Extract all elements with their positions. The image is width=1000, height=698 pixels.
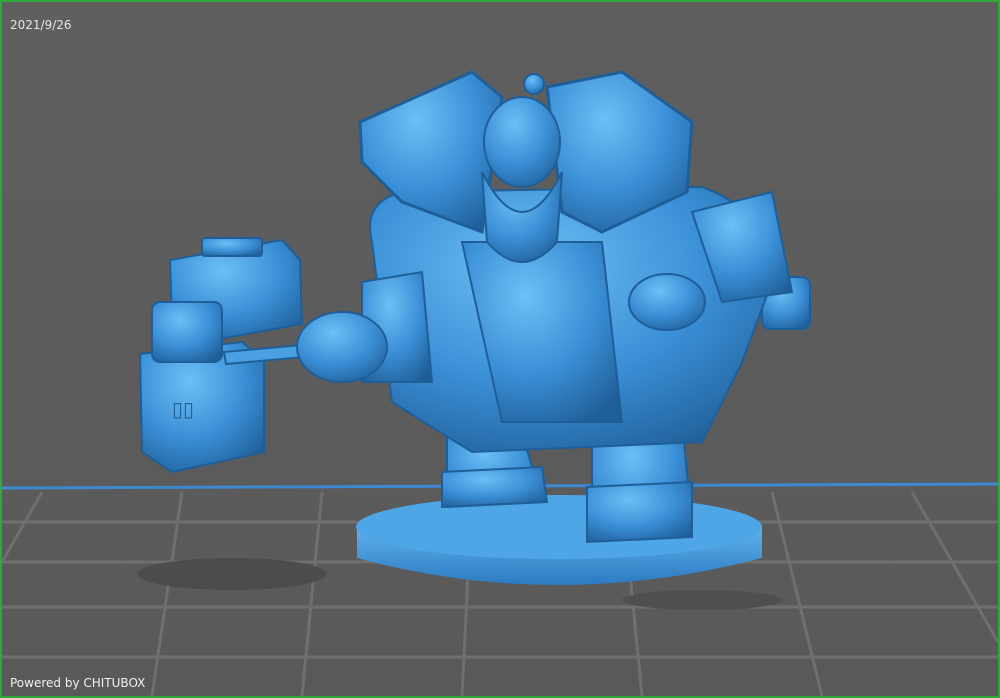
powered-by-label: Powered by CHITUBOX	[10, 676, 146, 690]
3d-viewport[interactable]: ▯▯ 2021/9/26 Powered by CHITUBOX	[0, 0, 1000, 698]
scene-canvas[interactable]: ▯▯	[2, 2, 998, 696]
date-label: 2021/9/26	[10, 18, 72, 32]
model-shadow	[137, 558, 327, 590]
model-shadow	[622, 590, 782, 610]
svg-text:▯▯: ▯▯	[172, 397, 194, 421]
model-base	[356, 495, 762, 585]
